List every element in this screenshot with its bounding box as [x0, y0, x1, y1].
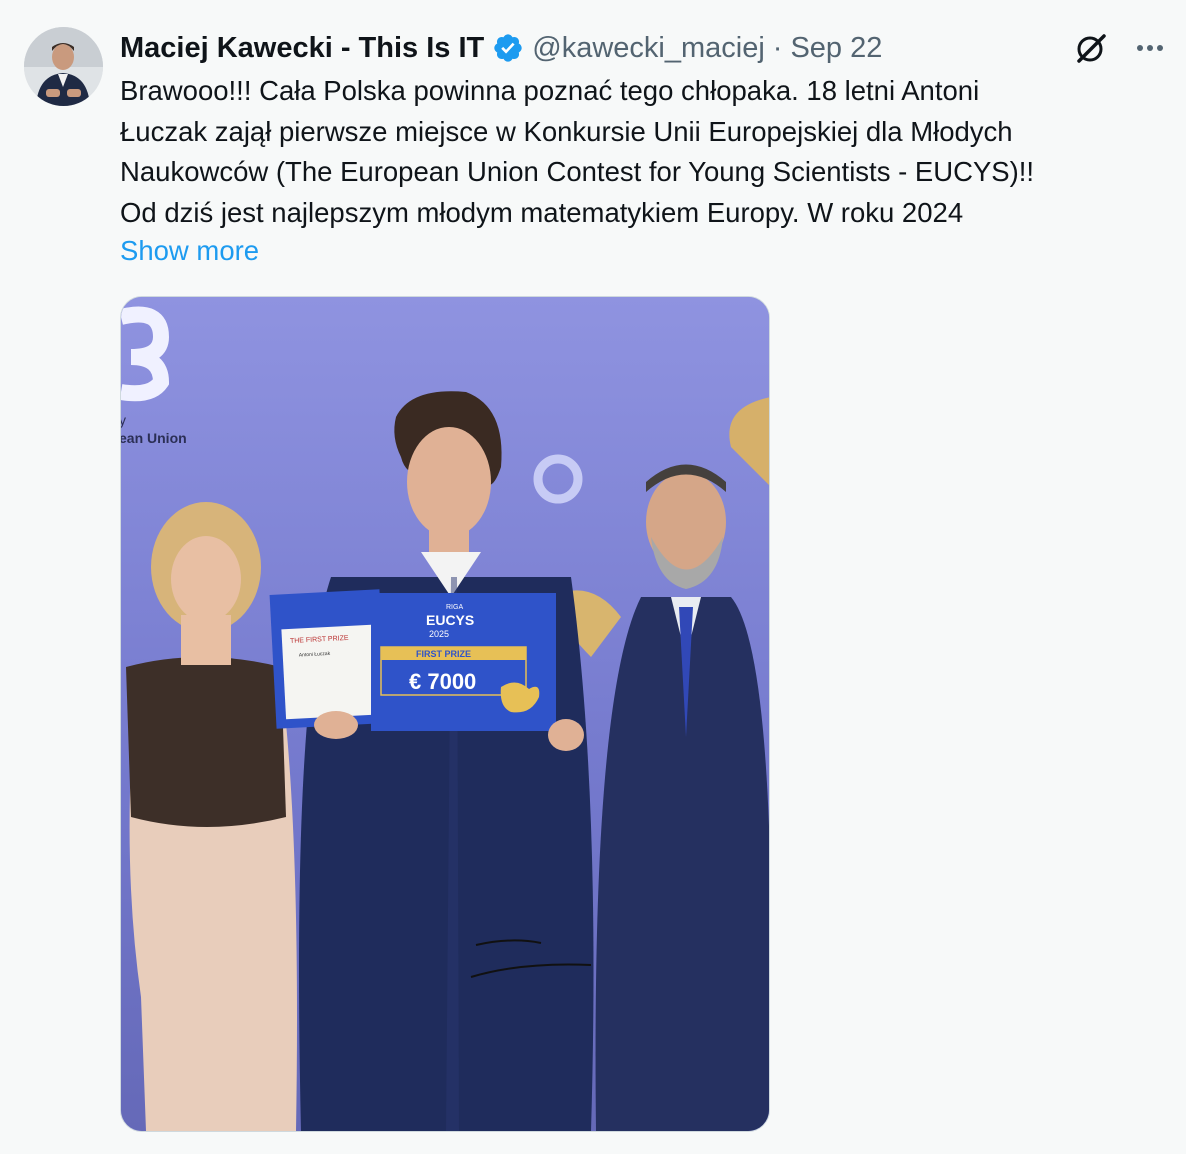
- cheque-amount: € 7000: [409, 669, 476, 694]
- prize-cheque: RIGA EUCYS 2025 FIRST PRIZE € 7000: [371, 593, 556, 731]
- show-more-link[interactable]: Show more: [120, 231, 259, 271]
- backdrop-letter: y: [121, 412, 126, 428]
- tweet-date[interactable]: Sep 22: [790, 32, 882, 65]
- grok-icon[interactable]: [1074, 31, 1108, 65]
- cheque-city: RIGA: [446, 604, 463, 611]
- author-handle[interactable]: @kawecki_maciej: [532, 32, 765, 65]
- certificate: THE FIRST PRIZE Antoni Łuczak: [269, 589, 387, 729]
- tweet-header: Maciej Kawecki - This Is IT @kawecki_mac…: [120, 28, 882, 68]
- author-name[interactable]: Maciej Kawecki - This Is IT: [120, 32, 484, 65]
- tweet-text-line: Naukowców (The European Union Contest fo…: [120, 156, 1035, 187]
- tweet-text: Brawooo!!! Cała Polska powinna poznać te…: [120, 71, 1160, 233]
- tweet-photo[interactable]: y ean Union THE FIRST PRIZE Antoni: [120, 296, 770, 1132]
- cheque-logo: EUCYS: [426, 612, 474, 628]
- backdrop-text: ean Union: [121, 430, 187, 446]
- tweet-text-line: Łuczak zajął pierwsze miejsce w Konkursi…: [120, 115, 1013, 147]
- cheque-prize-label: FIRST PRIZE: [416, 649, 471, 659]
- verified-badge-icon: [494, 34, 522, 62]
- cheque-year: 2025: [429, 629, 449, 639]
- header-separator: ·: [772, 31, 783, 64]
- more-options-icon[interactable]: [1134, 32, 1166, 64]
- tweet-actions-top: [1074, 28, 1166, 68]
- avatar-image: [24, 27, 103, 106]
- tweet-text-line: Brawooo!!! Cała Polska powinna poznać te…: [120, 75, 980, 106]
- tweet-text-line: Od dziś jest najlepszym młodym matematyk…: [120, 196, 964, 228]
- award-photo: y ean Union THE FIRST PRIZE Antoni: [121, 297, 769, 1131]
- author-avatar[interactable]: [24, 27, 103, 106]
